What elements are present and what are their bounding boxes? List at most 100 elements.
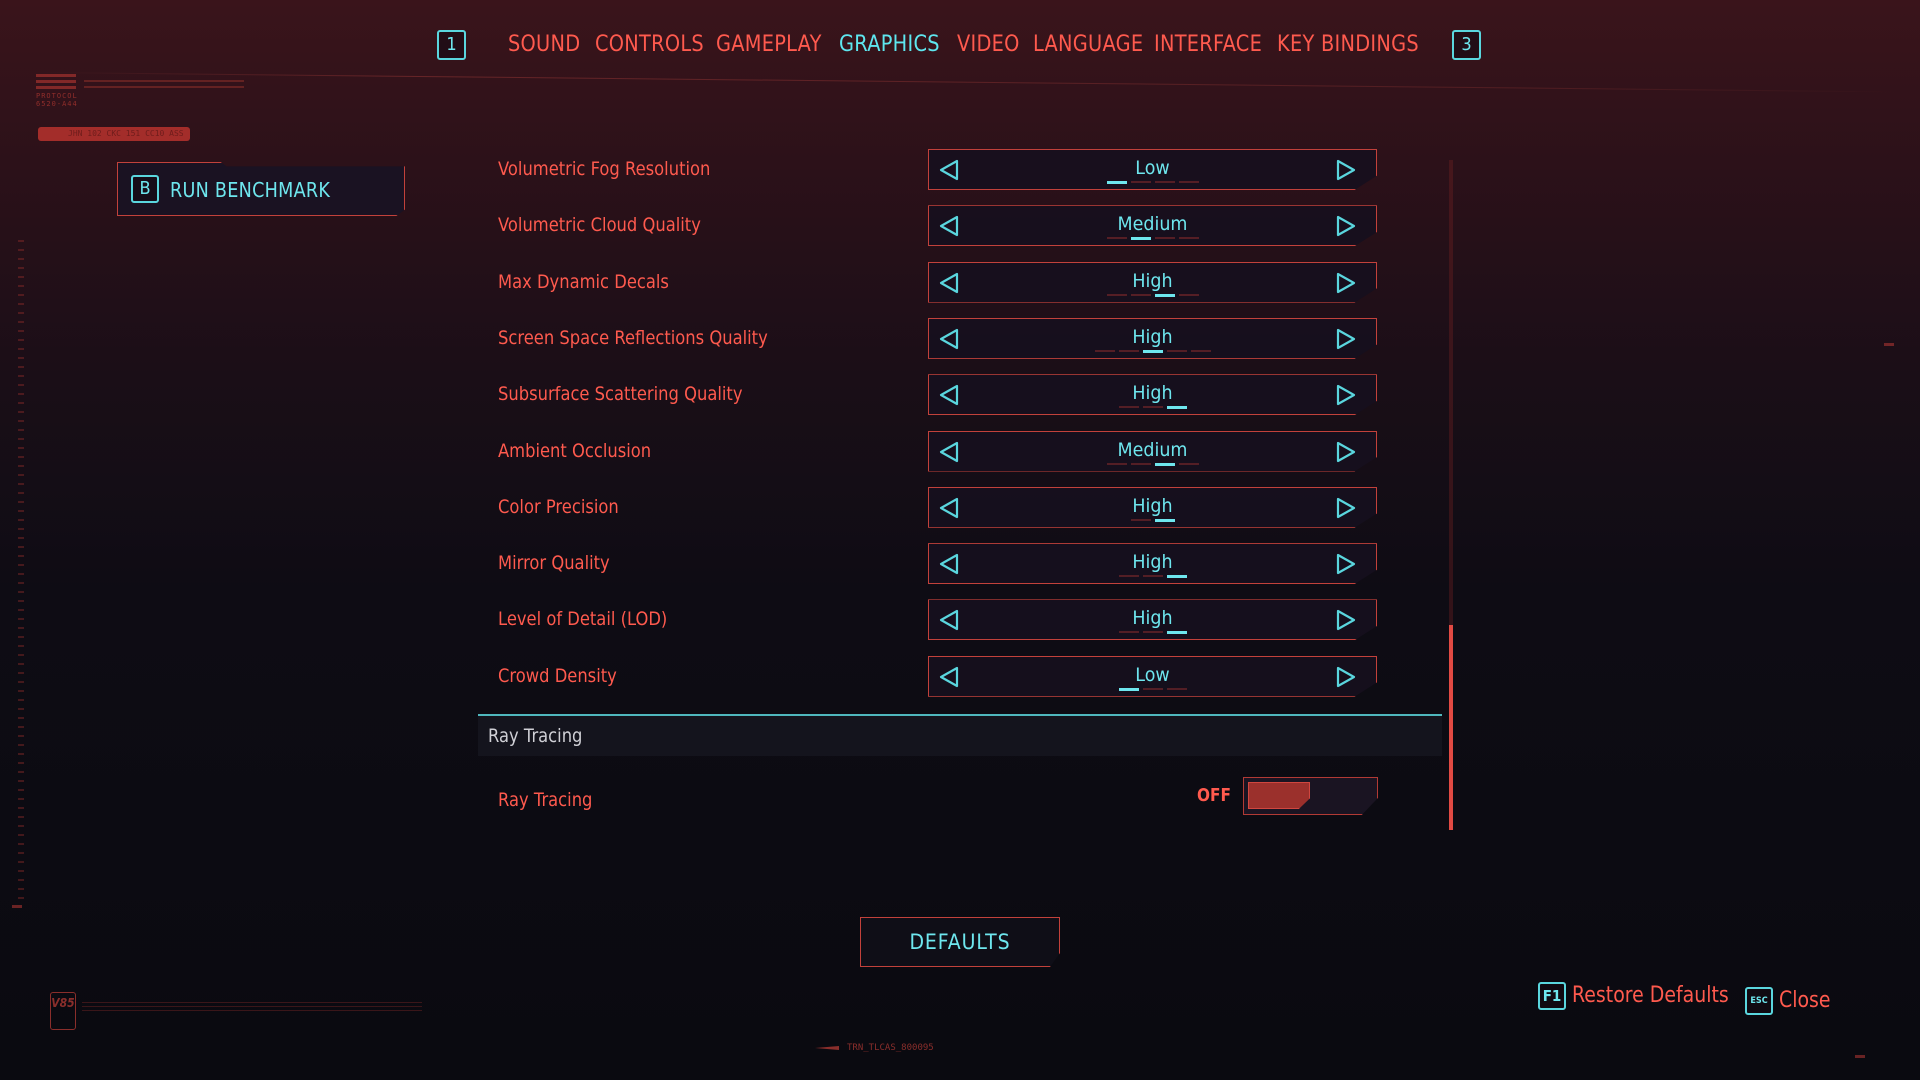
run-benchmark-label: RUN BENCHMARK bbox=[170, 178, 331, 202]
indicator-tick bbox=[1118, 575, 1139, 578]
option-position-indicator bbox=[1083, 575, 1223, 579]
indicator-tick-active bbox=[1166, 575, 1187, 579]
indicator-tick bbox=[1118, 631, 1139, 634]
option-position-indicator bbox=[1083, 631, 1223, 635]
option-position-indicator bbox=[1083, 293, 1223, 297]
option-selector[interactable]: Low bbox=[928, 655, 1377, 697]
setting-label: Volumetric Fog Resolution bbox=[498, 158, 711, 180]
tab-sound[interactable]: SOUND bbox=[508, 32, 580, 57]
option-value: Low bbox=[1135, 157, 1170, 179]
indicator-tick bbox=[1190, 349, 1211, 352]
prev-tab-key-hint[interactable]: 1 bbox=[437, 30, 466, 60]
indicator-tick bbox=[1106, 293, 1127, 296]
restore-defaults-button[interactable]: F1 Restore Defaults bbox=[1538, 980, 1738, 1014]
version-badge: V85 bbox=[50, 992, 76, 1030]
indicator-tick-active bbox=[1118, 687, 1139, 691]
tab-gameplay[interactable]: GAMEPLAY bbox=[716, 32, 822, 57]
indicator-tick bbox=[1106, 462, 1127, 465]
indicator-tick bbox=[1142, 406, 1163, 409]
setting-row: Volumetric Cloud Quality Medium bbox=[498, 205, 1378, 247]
tab-controls[interactable]: CONTROLS bbox=[595, 32, 704, 57]
option-position-indicator bbox=[1083, 237, 1223, 241]
ray-tracing-section-header: Ray Tracing bbox=[478, 716, 1442, 756]
arrow-right-icon[interactable] bbox=[1334, 383, 1358, 407]
indicator-tick bbox=[1130, 462, 1151, 465]
setting-label: Level of Detail (LOD) bbox=[498, 608, 668, 631]
setting-row: Level of Detail (LOD) High bbox=[498, 599, 1378, 641]
option-value: High bbox=[1132, 551, 1173, 574]
tab-interface[interactable]: INTERFACE bbox=[1154, 32, 1262, 57]
option-value: High bbox=[1132, 325, 1173, 348]
benchmark-key-hint: B bbox=[131, 175, 159, 203]
indicator-tick-active bbox=[1154, 518, 1175, 522]
option-selector[interactable]: Low bbox=[928, 149, 1377, 190]
vertical-deco-strip bbox=[18, 240, 24, 900]
side-marker bbox=[12, 905, 22, 908]
option-selector[interactable]: High bbox=[928, 261, 1377, 303]
indicator-tick bbox=[1142, 687, 1163, 690]
indicator-tick bbox=[1130, 293, 1151, 296]
option-selector[interactable]: Medium bbox=[928, 430, 1377, 472]
option-selector[interactable]: High bbox=[928, 317, 1377, 359]
setting-label: Screen Space Reflections Quality bbox=[498, 326, 768, 349]
tab-key-bindings[interactable]: KEY BINDINGS bbox=[1277, 32, 1419, 57]
protocol-label: PROTOCOL 6520-A44 bbox=[36, 92, 78, 108]
setting-label: Mirror Quality bbox=[498, 552, 610, 575]
option-position-indicator bbox=[1083, 518, 1223, 522]
option-selector[interactable]: High bbox=[928, 374, 1377, 416]
indicator-tick bbox=[1178, 462, 1199, 465]
indicator-tick bbox=[1094, 349, 1115, 352]
indicator-tick bbox=[1142, 631, 1163, 634]
f1-key-hint: F1 bbox=[1538, 982, 1566, 1010]
option-position-indicator bbox=[1083, 687, 1223, 691]
setting-label: Crowd Density bbox=[498, 664, 617, 687]
indicator-tick bbox=[1178, 293, 1199, 296]
close-label: Close bbox=[1779, 988, 1831, 1013]
run-benchmark-button[interactable]: B RUN BENCHMARK bbox=[117, 162, 405, 216]
tab-language[interactable]: LANGUAGE bbox=[1033, 32, 1143, 57]
indicator-tick-active bbox=[1106, 181, 1127, 184]
arrow-right-icon[interactable] bbox=[1334, 552, 1358, 576]
arrow-right-icon[interactable] bbox=[1334, 608, 1358, 632]
setting-row: Volumetric Fog Resolution Low bbox=[498, 149, 1378, 191]
arrow-right-icon[interactable] bbox=[1334, 158, 1358, 182]
arrow-right-icon[interactable] bbox=[1334, 214, 1358, 238]
indicator-tick bbox=[1118, 349, 1139, 352]
option-selector[interactable]: High bbox=[928, 486, 1377, 528]
defaults-button[interactable]: DEFAULTS bbox=[860, 917, 1060, 967]
option-selector[interactable]: High bbox=[928, 599, 1377, 641]
next-tab-key-hint[interactable]: 3 bbox=[1452, 30, 1481, 60]
close-button[interactable]: ESC Close bbox=[1745, 985, 1845, 1019]
setting-label: Volumetric Cloud Quality bbox=[498, 214, 701, 237]
indicator-tick-active bbox=[1166, 631, 1187, 635]
setting-label: Ray Tracing bbox=[498, 789, 593, 811]
indicator-tick-active bbox=[1142, 349, 1163, 353]
option-value: High bbox=[1132, 607, 1173, 630]
arrow-right-icon[interactable] bbox=[1334, 440, 1358, 464]
arrow-right-icon[interactable] bbox=[1334, 271, 1358, 295]
indicator-tick bbox=[1166, 687, 1187, 690]
side-marker bbox=[1884, 343, 1894, 346]
indicator-tick bbox=[1154, 181, 1175, 183]
arrow-right-icon[interactable] bbox=[1334, 496, 1358, 520]
settings-tab-bar: 1 SOUND CONTROLS GAMEPLAY GRAPHICS VIDEO… bbox=[0, 26, 1920, 66]
defaults-label: DEFAULTS bbox=[909, 930, 1011, 954]
indicator-tick-active bbox=[1154, 293, 1175, 297]
setting-label: Color Precision bbox=[498, 495, 619, 518]
indicator-tick-active bbox=[1166, 406, 1187, 410]
arrow-right-icon[interactable] bbox=[1334, 327, 1358, 351]
indicator-tick bbox=[1130, 518, 1151, 521]
scrollbar-thumb[interactable] bbox=[1449, 625, 1453, 830]
option-value: Low bbox=[1135, 663, 1170, 686]
tab-graphics[interactable]: GRAPHICS bbox=[839, 32, 940, 57]
option-selector[interactable]: High bbox=[928, 543, 1377, 585]
option-selector[interactable]: Medium bbox=[928, 205, 1377, 247]
setting-row: Max Dynamic Decals High bbox=[498, 261, 1378, 304]
option-position-indicator bbox=[1083, 181, 1223, 184]
option-position-indicator bbox=[1083, 349, 1223, 353]
tab-video[interactable]: VIDEO bbox=[957, 32, 1020, 57]
indicator-tick bbox=[1142, 575, 1163, 578]
option-value: High bbox=[1132, 382, 1173, 405]
arrow-right-icon[interactable] bbox=[1334, 665, 1358, 689]
ray-tracing-toggle[interactable] bbox=[1243, 777, 1378, 815]
